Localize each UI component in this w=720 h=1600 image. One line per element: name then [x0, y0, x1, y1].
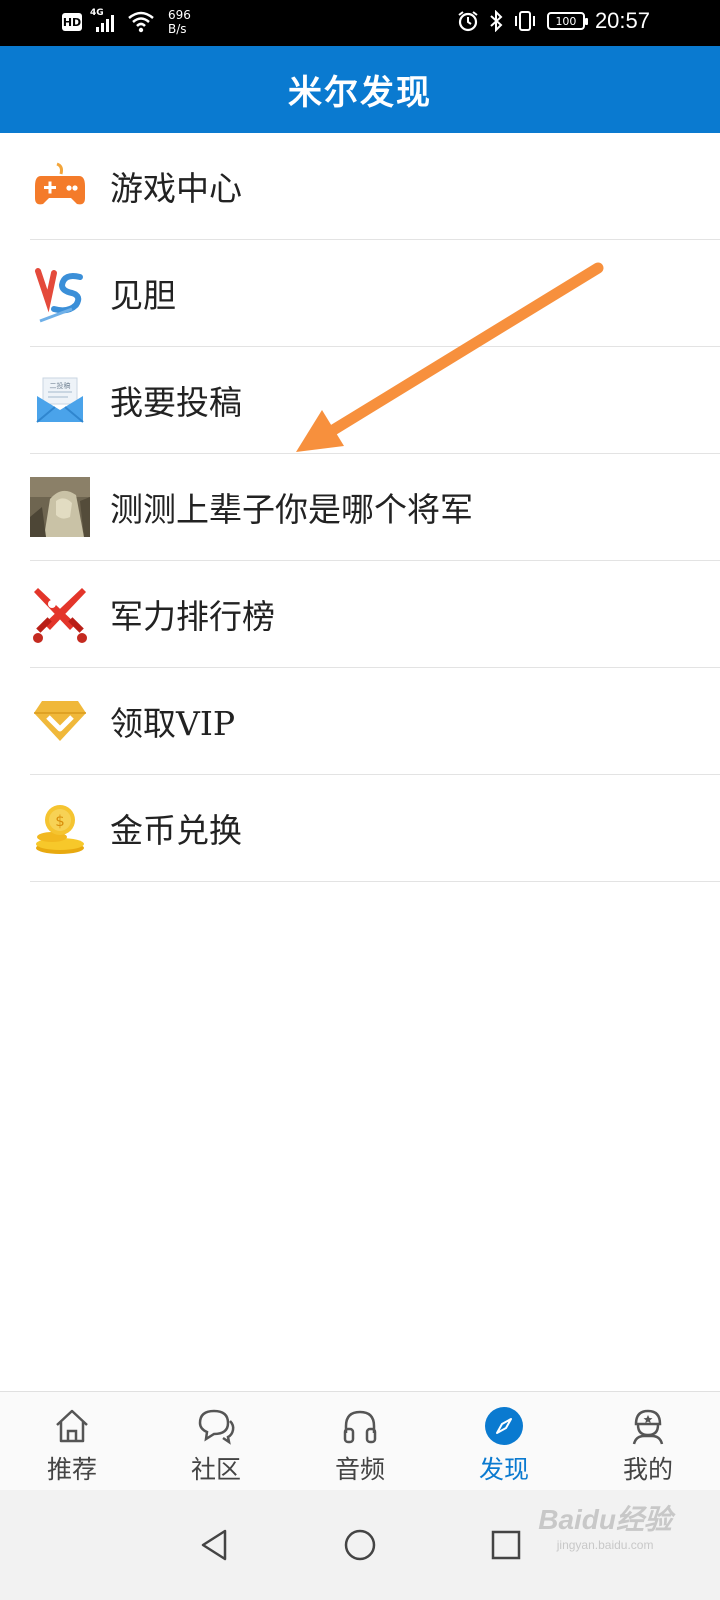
- tab-label: 发现: [478, 1455, 529, 1484]
- status-left: HD 4G 696 B/s: [62, 8, 191, 36]
- back-button[interactable]: [196, 1527, 232, 1563]
- bottom-nav: 推荐 社区 音频 发现 我的: [0, 1391, 720, 1490]
- home-circle-icon: [344, 1529, 376, 1561]
- menu-item-game-center[interactable]: 游戏中心: [30, 133, 720, 240]
- menu-item-get-vip[interactable]: 领取VIP: [30, 668, 720, 775]
- envelope-tag: 二投稿: [50, 381, 71, 390]
- tab-mine[interactable]: 我的: [576, 1392, 720, 1490]
- menu-item-general-quiz[interactable]: 测测上辈子你是哪个将军: [30, 454, 720, 561]
- general-thumbnail-image: [30, 477, 90, 537]
- vip-diamond-icon: [30, 691, 90, 751]
- tab-label: 推荐: [46, 1455, 97, 1484]
- watermark-sub: jingyan.baidu.com: [556, 1538, 654, 1552]
- tab-community[interactable]: 社区: [144, 1392, 288, 1490]
- page-title: 米尔发现: [288, 73, 432, 113]
- vs-logo-icon: [30, 263, 90, 323]
- hd-badge: HD: [62, 13, 82, 31]
- svg-text:$: $: [55, 812, 65, 830]
- gamepad-icon: [30, 156, 90, 216]
- chat-bubbles-icon: [196, 1406, 236, 1446]
- compass-icon: [484, 1406, 524, 1446]
- watermark: Baidu经验 jingyan.baidu.com: [538, 1498, 672, 1552]
- menu-item-label: 见胆: [110, 276, 176, 315]
- network-speed: 696 B/s: [168, 8, 191, 36]
- back-triangle-icon: [201, 1529, 227, 1561]
- tab-discover[interactable]: 发现: [432, 1392, 576, 1490]
- recents-button[interactable]: [488, 1527, 524, 1563]
- alarm-icon: [458, 11, 478, 32]
- tab-label: 我的: [622, 1455, 673, 1484]
- tab-label: 社区: [190, 1455, 241, 1484]
- menu-item-label: 测测上辈子你是哪个将军: [110, 490, 473, 529]
- crossed-swords-icon: [30, 584, 90, 644]
- vibrate-icon: [514, 11, 535, 31]
- bluetooth-icon: [490, 10, 503, 32]
- soldier-avatar-icon: [628, 1406, 668, 1446]
- menu-item-label: 领取VIP: [110, 704, 236, 743]
- gold-coins-icon: $: [30, 798, 90, 858]
- status-bar: HD 4G 696 B/s 100 20:57: [0, 0, 720, 46]
- headphones-icon: [340, 1406, 380, 1446]
- app-header: 米尔发现: [0, 46, 720, 133]
- home-button[interactable]: [342, 1527, 378, 1563]
- signal-icon: 4G: [90, 8, 120, 34]
- menu-item-coin-exchange[interactable]: $ 金币兑换: [30, 775, 720, 882]
- submission-envelope-icon: 二投稿: [30, 370, 90, 430]
- tab-recommend[interactable]: 推荐: [0, 1392, 144, 1490]
- menu-item-submit[interactable]: 二投稿 我要投稿: [30, 347, 720, 454]
- clock: 20:57: [594, 8, 650, 33]
- menu-item-military-ranking[interactable]: 军力排行榜: [30, 561, 720, 668]
- watermark-main: Baidu经验: [538, 1504, 672, 1535]
- discover-menu-list: 游戏中心 见胆 二投稿 我要投稿 测测上辈子你是哪个将军 军力排行榜 领取VIP…: [0, 133, 720, 882]
- tab-audio[interactable]: 音频: [288, 1392, 432, 1490]
- wifi-icon: [128, 11, 154, 33]
- speed-value: 696: [168, 8, 191, 22]
- menu-item-jiandan[interactable]: 见胆: [30, 240, 720, 347]
- status-right: 100 20:57: [457, 8, 650, 34]
- menu-item-label: 游戏中心: [110, 169, 242, 208]
- recents-square-icon: [491, 1530, 521, 1560]
- battery-indicator: 100: [546, 12, 588, 30]
- home-icon: [52, 1406, 92, 1446]
- menu-item-label: 我要投稿: [110, 383, 242, 422]
- menu-item-label: 金币兑换: [110, 811, 242, 850]
- tab-label: 音频: [334, 1455, 385, 1484]
- menu-item-label: 军力排行榜: [110, 597, 275, 636]
- speed-unit: B/s: [168, 22, 187, 36]
